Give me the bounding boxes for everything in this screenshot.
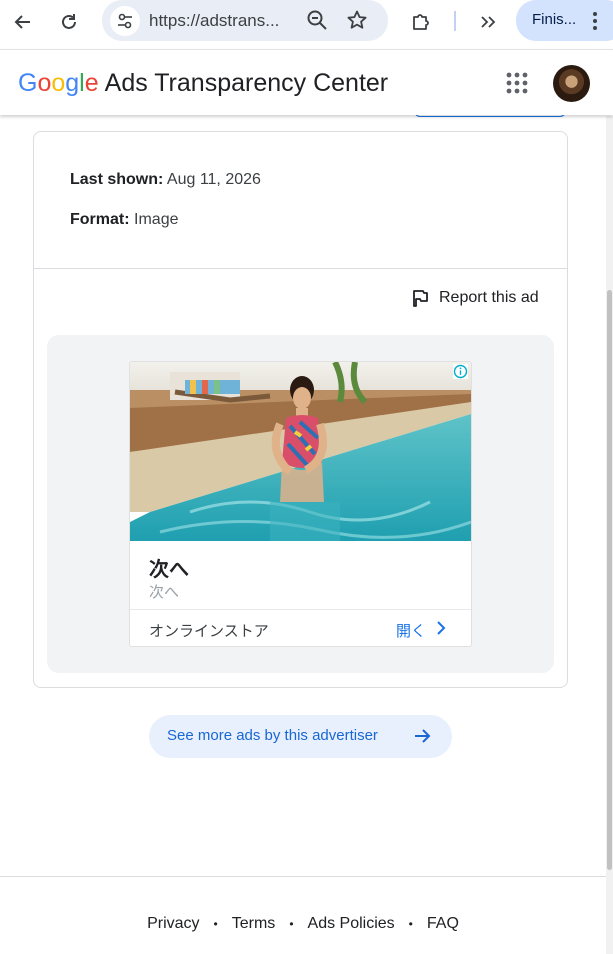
- avatar[interactable]: [553, 65, 590, 102]
- zoom-out-icon: [307, 10, 327, 30]
- reload-icon: [62, 14, 76, 29]
- reload-button[interactable]: [53, 6, 85, 38]
- format-value: Image: [134, 211, 179, 228]
- footer-link-privacy[interactable]: Privacy: [147, 915, 199, 933]
- profile-label: Finis...: [532, 11, 577, 28]
- tune-icon: [118, 13, 132, 29]
- scrollbar-thumb[interactable]: [607, 290, 612, 870]
- toolbar-divider: [454, 11, 456, 31]
- bookmark-button[interactable]: [341, 4, 373, 36]
- more-vert-icon[interactable]: [589, 9, 601, 33]
- see-more-label: See more ads by this advertiser: [167, 727, 378, 744]
- last-shown-value: Aug 11, 2026: [166, 171, 261, 188]
- logo-letter: G: [18, 69, 38, 97]
- format-row: Format: Image: [70, 211, 178, 229]
- apps-grid-icon[interactable]: [506, 72, 528, 94]
- report-ad-button[interactable]: Report this ad: [411, 289, 539, 307]
- info-icon[interactable]: [453, 364, 468, 379]
- footer-separator: •: [289, 917, 294, 931]
- address-bar[interactable]: https://adstrans...: [102, 0, 388, 41]
- last-shown-row: Last shown: Aug 11, 2026: [70, 171, 261, 189]
- arrow-right-icon: [415, 729, 431, 743]
- page-title: Ads Transparency Center: [104, 69, 389, 97]
- footer-divider: [0, 876, 606, 877]
- ad-image[interactable]: [130, 362, 471, 541]
- card-divider: [34, 268, 567, 269]
- ad-open-button[interactable]: 開く: [396, 620, 426, 641]
- arrow-left-icon: [14, 15, 30, 29]
- footer-link-faq[interactable]: FAQ: [427, 915, 459, 933]
- ad-store-label: オンラインストア: [149, 623, 269, 640]
- ad-preview-area: 次へ 次へ オンラインストア 開く: [47, 335, 554, 673]
- logo-letter: g: [65, 69, 80, 97]
- browser-toolbar: https://adstrans... Finis...: [0, 0, 613, 44]
- see-more-ads-button[interactable]: See more ads by this advertiser: [149, 715, 452, 758]
- double-chevron-icon: [481, 16, 496, 28]
- site-settings-button[interactable]: [110, 6, 140, 36]
- logo-letter: o: [37, 69, 52, 97]
- format-label: Format:: [70, 211, 130, 228]
- ad-creative[interactable]: 次へ 次へ オンラインストア 開く: [130, 362, 471, 646]
- ad-subheadline: 次へ: [149, 584, 180, 601]
- back-button[interactable]: [7, 6, 39, 38]
- report-ad-label: Report this ad: [439, 289, 539, 306]
- logo-letter: e: [84, 69, 99, 97]
- puzzle-icon: [413, 14, 429, 30]
- ad-divider: [130, 609, 471, 610]
- ad-card: Last shown: Aug 11, 2026 Format: Image R…: [33, 131, 568, 688]
- footer: Privacy • Terms • Ads Policies • FAQ: [0, 913, 606, 935]
- google-logo[interactable]: Google Ads Transparency Center: [18, 69, 388, 98]
- zoom-button[interactable]: [301, 4, 333, 36]
- ad-headline[interactable]: 次へ: [149, 553, 189, 582]
- footer-link-ads-policies[interactable]: Ads Policies: [308, 915, 395, 933]
- chevron-right-icon[interactable]: [434, 619, 448, 637]
- app-header: Google Ads Transparency Center: [0, 49, 613, 115]
- star-icon: [347, 10, 367, 29]
- flag-icon: [413, 290, 428, 307]
- logo-letter: o: [51, 69, 66, 97]
- footer-separator: •: [408, 917, 413, 931]
- last-shown-label: Last shown:: [70, 171, 164, 188]
- footer-link-terms[interactable]: Terms: [232, 915, 276, 933]
- overflow-button[interactable]: [472, 6, 504, 38]
- extensions-button[interactable]: [405, 6, 437, 38]
- url-text[interactable]: https://adstrans...: [149, 11, 279, 31]
- footer-separator: •: [213, 917, 218, 931]
